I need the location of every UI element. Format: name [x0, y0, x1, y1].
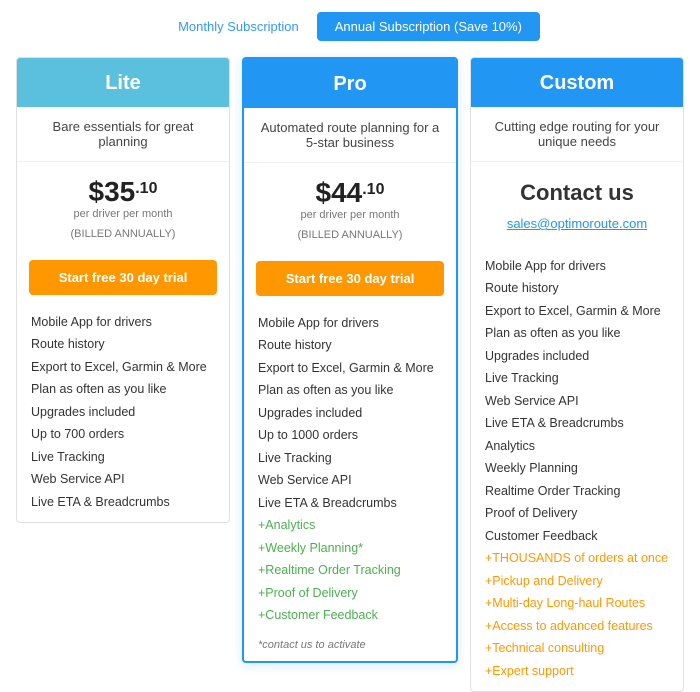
feature-item-lite-1: Route history: [31, 334, 215, 357]
plans-container: LiteBare essentials for great planning $3…: [0, 57, 700, 692]
feature-item-lite-2: Export to Excel, Garmin & More: [31, 356, 215, 379]
plan-header-lite: Lite: [17, 58, 229, 107]
price-whole-lite: $35: [89, 176, 136, 208]
feature-item-custom-7: Live ETA & Breadcrumbs: [485, 413, 669, 436]
price-sub2-pro: (BILLED ANNUALLY): [260, 229, 440, 241]
plan-price-lite: $35.10per driver per month(BILLED ANNUAL…: [17, 162, 229, 254]
price-main-lite: $35.10: [89, 172, 158, 208]
feature-item-pro-1: Route history: [258, 335, 442, 358]
feature-item-custom-2: Export to Excel, Garmin & More: [485, 300, 669, 323]
feature-item-pro-4: Upgrades included: [258, 402, 442, 425]
sales-email-link[interactable]: sales@optimoroute.com: [487, 212, 667, 241]
subscription-toggle: Monthly Subscription Annual Subscription…: [0, 0, 700, 57]
feature-item-pro-7: Web Service API: [258, 470, 442, 493]
trial-btn-lite[interactable]: Start free 30 day trial: [29, 260, 217, 295]
price-sub2-lite: (BILLED ANNUALLY): [33, 228, 213, 240]
feature-item-custom-6: Web Service API: [485, 390, 669, 413]
feature-item-pro-2: Export to Excel, Garmin & More: [258, 357, 442, 380]
feature-item-pro-12: +Proof of Delivery: [258, 582, 442, 605]
price-cents-lite: .10: [135, 180, 157, 198]
price-whole-pro: $44: [316, 177, 363, 209]
monthly-subscription-btn[interactable]: Monthly Subscription: [160, 12, 317, 41]
feature-item-custom-9: Weekly Planning: [485, 458, 669, 481]
plan-card-custom: CustomCutting edge routing for your uniq…: [470, 57, 684, 692]
plan-desc-custom: Cutting edge routing for your unique nee…: [471, 107, 683, 162]
trial-btn-pro[interactable]: Start free 30 day trial: [256, 261, 444, 296]
feature-item-pro-5: Up to 1000 orders: [258, 425, 442, 448]
feature-item-custom-0: Mobile App for drivers: [485, 255, 669, 278]
plan-card-pro: ProAutomated route planning for a 5-star…: [242, 57, 458, 663]
feature-item-lite-7: Web Service API: [31, 469, 215, 492]
price-sub1-lite: per driver per month: [33, 208, 213, 220]
feature-item-custom-8: Analytics: [485, 435, 669, 458]
features-list-lite: Mobile App for driversRoute historyExpor…: [17, 307, 229, 522]
custom-contact-area: Contact ussales@optimoroute.com: [471, 162, 683, 251]
feature-item-custom-14: +Pickup and Delivery: [485, 570, 669, 593]
feature-item-lite-4: Upgrades included: [31, 401, 215, 424]
feature-item-custom-17: +Technical consulting: [485, 638, 669, 661]
features-list-pro: Mobile App for driversRoute historyExpor…: [244, 308, 456, 635]
feature-item-custom-3: Plan as often as you like: [485, 323, 669, 346]
activate-note-pro: *contact us to activate: [244, 635, 456, 661]
feature-item-lite-3: Plan as often as you like: [31, 379, 215, 402]
feature-item-pro-9: +Analytics: [258, 515, 442, 538]
feature-item-pro-10: +Weekly Planning*: [258, 537, 442, 560]
feature-item-lite-0: Mobile App for drivers: [31, 311, 215, 334]
feature-item-custom-16: +Access to advanced features: [485, 615, 669, 638]
plan-card-lite: LiteBare essentials for great planning $3…: [16, 57, 230, 523]
plan-header-pro: Pro: [244, 59, 456, 108]
feature-item-custom-15: +Multi-day Long-haul Routes: [485, 593, 669, 616]
feature-item-pro-8: Live ETA & Breadcrumbs: [258, 492, 442, 515]
feature-item-custom-12: Customer Feedback: [485, 525, 669, 548]
feature-item-lite-5: Up to 700 orders: [31, 424, 215, 447]
feature-item-custom-13: +THOUSANDS of orders at once: [485, 548, 669, 571]
feature-item-custom-10: Realtime Order Tracking: [485, 480, 669, 503]
plan-header-custom: Custom: [471, 58, 683, 107]
feature-item-custom-11: Proof of Delivery: [485, 503, 669, 526]
plan-desc-pro: Automated route planning for a 5-star bu…: [244, 108, 456, 163]
feature-item-lite-6: Live Tracking: [31, 446, 215, 469]
price-main-pro: $44.10: [316, 173, 385, 209]
feature-item-custom-1: Route history: [485, 278, 669, 301]
feature-item-pro-11: +Realtime Order Tracking: [258, 560, 442, 583]
price-cents-pro: .10: [362, 181, 384, 199]
plan-desc-lite: Bare essentials for great planning: [17, 107, 229, 162]
price-sub1-pro: per driver per month: [260, 209, 440, 221]
annual-subscription-btn[interactable]: Annual Subscription (Save 10%): [317, 12, 540, 41]
feature-item-pro-6: Live Tracking: [258, 447, 442, 470]
features-list-custom: Mobile App for driversRoute historyExpor…: [471, 251, 683, 691]
feature-item-custom-18: +Expert support: [485, 660, 669, 683]
plan-price-pro: $44.10per driver per month(BILLED ANNUAL…: [244, 163, 456, 255]
feature-item-custom-4: Upgrades included: [485, 345, 669, 368]
feature-item-lite-8: Live ETA & Breadcrumbs: [31, 491, 215, 514]
feature-item-pro-13: +Customer Feedback: [258, 605, 442, 628]
contact-us-heading[interactable]: Contact us: [487, 170, 667, 212]
feature-item-pro-3: Plan as often as you like: [258, 380, 442, 403]
feature-item-pro-0: Mobile App for drivers: [258, 312, 442, 335]
feature-item-custom-5: Live Tracking: [485, 368, 669, 391]
